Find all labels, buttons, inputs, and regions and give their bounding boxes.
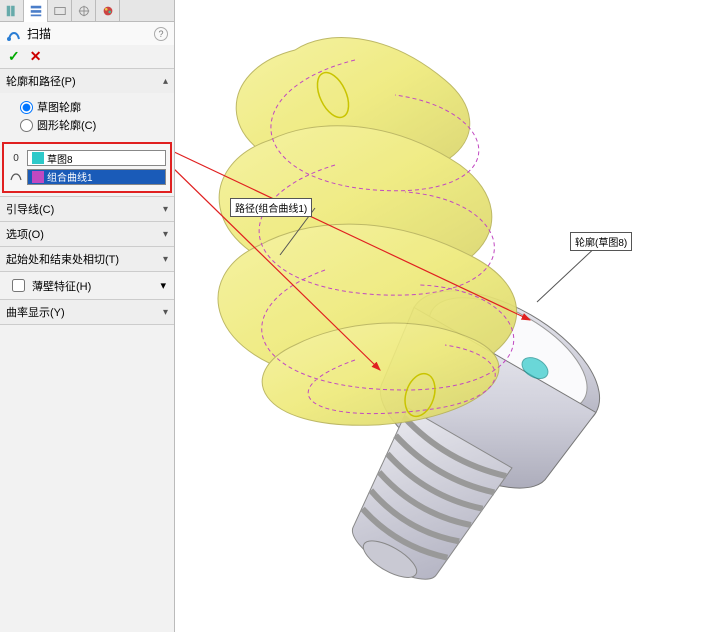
feature-header: 扫描 ? bbox=[0, 22, 174, 45]
section-thin: 薄壁特征(H) ▾ bbox=[0, 272, 174, 300]
callout-profile-label: 轮廓(草图8) bbox=[575, 238, 627, 249]
ok-cancel-row: ✓ ✕ bbox=[0, 45, 174, 69]
profile-selection-box[interactable]: 草图8 bbox=[27, 150, 166, 166]
help-icon[interactable]: ? bbox=[154, 27, 168, 41]
chevron-down-icon: ▾ bbox=[163, 229, 168, 240]
thin-feature-row[interactable]: 薄壁特征(H) ▾ bbox=[0, 272, 174, 299]
chevron-down-icon: ▾ bbox=[163, 307, 168, 318]
path-selection-row: 组合曲线1 bbox=[8, 168, 166, 185]
section-body-profile-path: 草图轮廓 圆形轮廓(C) bbox=[0, 93, 174, 139]
radio-sketch-profile[interactable]: 草图轮廓 bbox=[20, 99, 166, 115]
cancel-button[interactable]: ✕ bbox=[30, 48, 42, 65]
radio-circular-profile-input[interactable] bbox=[20, 119, 33, 132]
section-label: 引导线(C) bbox=[6, 201, 54, 217]
path-icon bbox=[8, 168, 24, 185]
section-options: 选项(O) ▾ bbox=[0, 222, 174, 247]
path-selection-box[interactable]: 组合曲线1 bbox=[27, 169, 166, 185]
tab-property-manager[interactable] bbox=[24, 0, 48, 22]
thin-checkbox[interactable] bbox=[12, 279, 25, 292]
tab-appearance[interactable] bbox=[96, 0, 120, 22]
callout-path: 路径(组合曲线1) bbox=[230, 198, 312, 217]
section-label: 选项(O) bbox=[6, 226, 44, 242]
profile-selection-value: 草图8 bbox=[47, 151, 73, 166]
section-label: 轮廓和路径(P) bbox=[6, 73, 76, 89]
chevron-down-icon: ▾ bbox=[160, 279, 166, 292]
profile-selection-row: 0 草图8 bbox=[8, 150, 166, 166]
panel-tabs bbox=[0, 0, 174, 22]
radio-label: 草图轮廓 bbox=[37, 99, 81, 115]
callout-path-label: 路径(组合曲线1) bbox=[235, 204, 307, 215]
radio-label: 圆形轮廓(C) bbox=[37, 117, 96, 133]
section-guide: 引导线(C) ▾ bbox=[0, 197, 174, 222]
section-label: 起始处和结束处相切(T) bbox=[6, 251, 119, 267]
property-manager-panel: 扫描 ? ✓ ✕ 轮廓和路径(P) ▴ 草图轮廓 圆形轮廓(C) 0 bbox=[0, 0, 175, 632]
section-profile-path: 轮廓和路径(P) ▴ 草图轮廓 圆形轮廓(C) 0 草图8 bbox=[0, 69, 174, 197]
radio-sketch-profile-input[interactable] bbox=[20, 101, 33, 114]
chevron-up-icon: ▴ bbox=[163, 76, 168, 87]
section-header-tangency[interactable]: 起始处和结束处相切(T) ▾ bbox=[0, 247, 174, 271]
section-header-profile-path[interactable]: 轮廓和路径(P) ▴ bbox=[0, 69, 174, 93]
path-color-swatch bbox=[32, 171, 44, 183]
section-tangency: 起始处和结束处相切(T) ▾ bbox=[0, 247, 174, 272]
section-label: 曲率显示(Y) bbox=[6, 304, 65, 320]
chevron-down-icon: ▾ bbox=[163, 254, 168, 265]
tab-config[interactable] bbox=[48, 0, 72, 22]
section-curvature: 曲率显示(Y) ▾ bbox=[0, 300, 174, 325]
radio-circular-profile[interactable]: 圆形轮廓(C) bbox=[20, 117, 166, 133]
ok-button[interactable]: ✓ bbox=[8, 48, 20, 65]
profile-index: 0 bbox=[8, 153, 24, 164]
feature-title: 扫描 bbox=[27, 25, 51, 42]
profile-color-swatch bbox=[32, 152, 44, 164]
section-header-guide[interactable]: 引导线(C) ▾ bbox=[0, 197, 174, 221]
thin-label: 薄壁特征(H) bbox=[32, 278, 91, 294]
sweep-icon bbox=[6, 26, 22, 42]
path-selection-value: 组合曲线1 bbox=[47, 169, 93, 184]
graphics-viewport[interactable]: 路径(组合曲线1) 轮廓(草图8) bbox=[175, 0, 720, 632]
section-header-options[interactable]: 选项(O) ▾ bbox=[0, 222, 174, 246]
callout-profile: 轮廓(草图8) bbox=[570, 232, 632, 251]
chevron-down-icon: ▾ bbox=[163, 204, 168, 215]
model-svg bbox=[175, 0, 720, 632]
tab-feature-tree[interactable] bbox=[0, 0, 24, 22]
tab-dimxpert[interactable] bbox=[72, 0, 96, 22]
selection-highlight-box: 0 草图8 组合曲线1 bbox=[2, 142, 172, 193]
section-header-curvature[interactable]: 曲率显示(Y) ▾ bbox=[0, 300, 174, 324]
